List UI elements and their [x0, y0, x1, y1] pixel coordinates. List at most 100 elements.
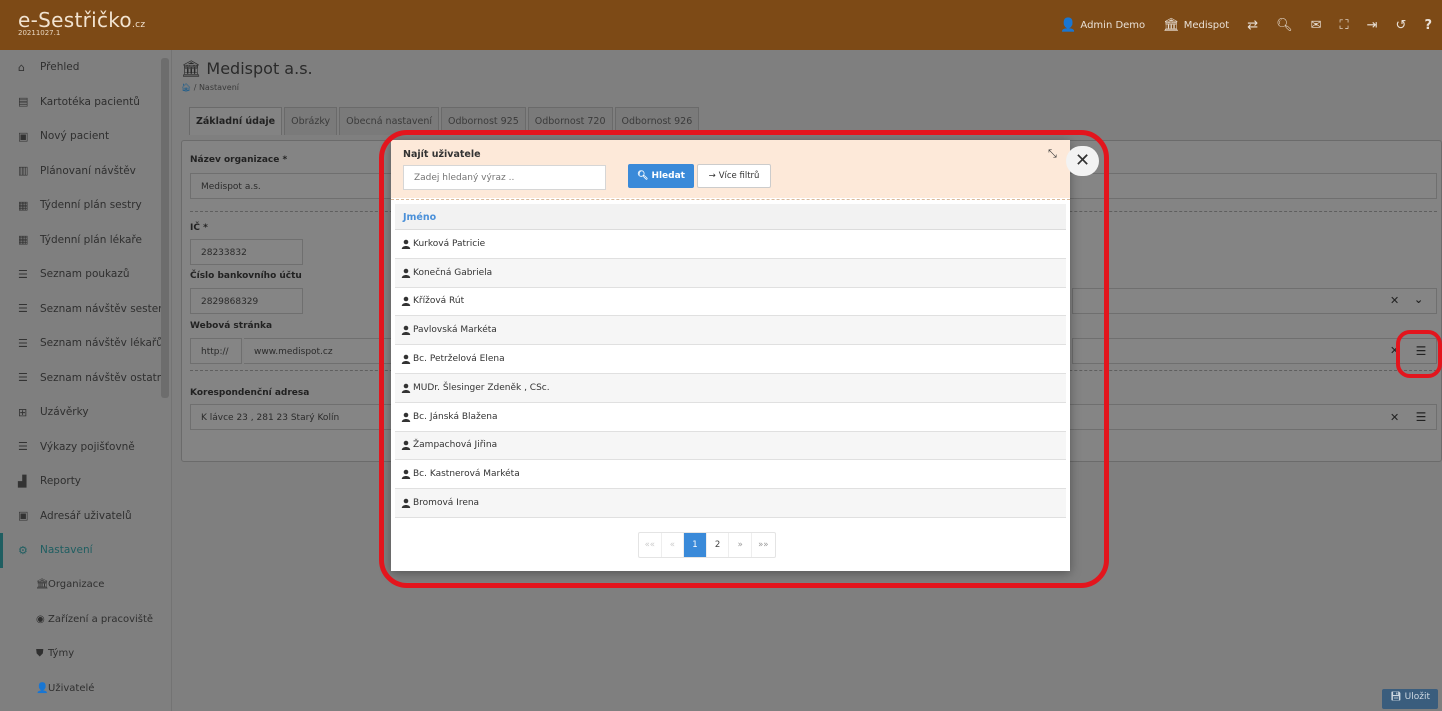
sidebar-item-label: Nový pacient: [40, 130, 110, 143]
sidebar-item[interactable]: ▣ Adresář uživatelů: [0, 499, 171, 534]
sidebar-item-label: Nastavení: [40, 544, 93, 557]
breadcrumb-current: Nastavení: [198, 83, 239, 92]
sidebar-item[interactable]: ⊞ Uzávěrky: [0, 395, 171, 430]
page-title: 🏛 Medispot a.s.: [181, 59, 313, 78]
breadcrumb: 🏠︎ / Nastavení: [181, 83, 239, 92]
sidebar-item[interactable]: ▤ Kartotéka pacientů: [0, 85, 171, 120]
sidebar-item-label: Seznam poukazů: [40, 268, 130, 281]
user-menu[interactable]: 👤 Admin Demo: [1060, 18, 1145, 33]
sidebar-item-label: Reporty: [40, 475, 82, 488]
user-icon: 👤: [36, 682, 49, 694]
sidebar-item[interactable]: ☰ Seznam návštěv lékařů: [0, 326, 171, 361]
mail-icon[interactable]: ✉: [1311, 18, 1322, 33]
sidebar: ⌂ Přehled ▤ Kartotéka pacientů ▣ Nový pacient…: [0, 50, 172, 711]
top-bar: e-Sestřičko.cz 20211027.1 👤 Admin Demo 🏛 M…: [0, 0, 1442, 50]
address-book-icon: ▣: [18, 509, 29, 523]
website-input[interactable]: www.medispot.cz: [244, 338, 394, 364]
new-patient-icon: ▣: [18, 129, 29, 143]
highlight-annotation: [1396, 330, 1442, 378]
clear-icon[interactable]: ✕: [1390, 411, 1399, 424]
highlight-annotation: [379, 130, 1109, 588]
sidebar-item-label: Seznam návštěv sester: [40, 302, 163, 315]
sidebar-scrollbar[interactable]: [161, 58, 169, 398]
sidebar-item[interactable]: ▦ Týdenní plán sestry: [0, 188, 171, 223]
chevron-down-icon[interactable]: ⌄: [1414, 293, 1423, 306]
switch-icon[interactable]: ⇄: [1247, 18, 1258, 33]
tab[interactable]: Obrázky: [284, 107, 338, 135]
tab[interactable]: Základní údaje: [189, 107, 283, 135]
list-icon: ☰: [18, 440, 28, 454]
calendar-icon: ▦: [18, 198, 29, 212]
calendar-icon: ▦: [18, 233, 29, 247]
sidebar-subitem[interactable]: ◉ Zařízení a pracoviště: [0, 602, 171, 637]
org-name: Medispot: [1183, 19, 1230, 31]
app-logo[interactable]: e-Sestřičko.cz 20211027.1: [18, 8, 145, 37]
website-label: Webová stránka: [190, 321, 273, 331]
bank-icon: 🏛: [181, 59, 202, 78]
user-name: Admin Demo: [1080, 19, 1146, 31]
home-icon[interactable]: 🏠︎: [181, 83, 191, 92]
logout-icon[interactable]: ⇥: [1367, 18, 1378, 33]
sidebar-item-label: Seznam návštěv ostatní: [40, 371, 167, 384]
sidebar-item[interactable]: ☰ Seznam poukazů: [0, 257, 171, 292]
help-icon[interactable]: ?: [1424, 18, 1432, 33]
select-field[interactable]: [1072, 288, 1437, 314]
device-icon: ◉: [36, 613, 45, 625]
home-icon: ⌂: [18, 60, 25, 74]
save-label: Uložit: [1404, 692, 1430, 702]
clear-icon[interactable]: ✕: [1390, 294, 1399, 307]
sidebar-item-label: Adresář uživatelů: [40, 509, 132, 522]
sidebar-item-label: Seznam návštěv lékařů: [40, 337, 163, 350]
ic-input[interactable]: 28233832: [190, 239, 303, 265]
sidebar-subitem-label: Zařízení a pracoviště: [48, 613, 154, 625]
sidebar-item[interactable]: ⌂ Přehled: [0, 50, 171, 85]
list-icon: ☰: [18, 302, 28, 316]
org-name-label: Název organizace *: [190, 155, 288, 165]
sidebar-subitem-label: Uživatelé: [48, 682, 95, 694]
sidebar-subitem[interactable]: 🏛 Organizace: [0, 568, 171, 603]
bank-account-input[interactable]: 2829868329: [190, 288, 303, 314]
sidebar-item[interactable]: ☰ Seznam návštěv ostatní: [0, 361, 171, 396]
top-nav: 👤 Admin Demo 🏛 Medispot ⇄ 🔍︎ ✉ ⛶ ⇥ ↺ ?: [1060, 0, 1432, 50]
user-icon: 👤: [1060, 17, 1077, 33]
ic-label: IČ *: [190, 223, 208, 233]
org-menu[interactable]: 🏛 Medispot: [1163, 18, 1229, 33]
sidebar-item-label: Přehled: [40, 61, 80, 74]
planning-icon: ▥: [18, 164, 29, 178]
logo-suffix: .cz: [131, 20, 146, 30]
sidebar-item[interactable]: ☰ Seznam návštěv sester: [0, 292, 171, 327]
sidebar-item-label: Týdenní plán lékaře: [40, 233, 142, 246]
page-title-text: Medispot a.s.: [206, 59, 313, 78]
sidebar-item[interactable]: ▦ Týdenní plán lékaře: [0, 223, 171, 258]
sidebar-item[interactable]: ⚙ Nastavení: [0, 533, 171, 568]
user-select-field[interactable]: [1072, 338, 1437, 364]
sidebar-item[interactable]: ▣ Nový pacient: [0, 119, 171, 154]
sidebar-subitem[interactable]: 👥Skupiny uživatelů: [0, 706, 171, 711]
list-icon: ☰: [18, 371, 28, 385]
bank-icon: 🏛: [36, 579, 49, 591]
sidebar-item-label: Výkazy pojišťovně: [40, 440, 135, 453]
chart-icon: ▟: [18, 474, 27, 488]
search-icon[interactable]: 🔍︎: [1276, 18, 1293, 33]
lock-table-icon: ⊞: [18, 405, 28, 419]
list-icon: ☰: [18, 336, 28, 350]
address-label: Korespondenční adresa: [190, 388, 310, 398]
sidebar-subitem[interactable]: ⛊ Týmy: [0, 637, 171, 672]
sidebar-subitem-label: Organizace: [48, 579, 105, 591]
sidebar-item-label: Plánovaní návštěv: [40, 164, 136, 177]
sidebar-item-label: Týdenní plán sestry: [40, 199, 142, 212]
sidebar-item[interactable]: ▥ Plánovaní návštěv: [0, 154, 171, 189]
sidebar-item-label: Kartotéka pacientů: [40, 95, 140, 108]
bank-icon: 🏛: [1163, 17, 1180, 33]
list-picker-icon[interactable]: ☰: [1409, 405, 1433, 429]
fullscreen-icon[interactable]: ⛶: [1340, 18, 1349, 33]
sidebar-item[interactable]: ▟ Reporty: [0, 464, 171, 499]
gears-icon: ⚙: [18, 543, 28, 557]
sidebar-subitem[interactable]: 👤 Uživatelé: [0, 671, 171, 706]
sidebar-item[interactable]: ☰ Výkazy pojišťovně: [0, 430, 171, 465]
history-icon[interactable]: ↺: [1396, 18, 1407, 33]
save-icon: 💾︎: [1390, 692, 1402, 702]
save-button[interactable]: 💾︎ Uložit: [1382, 689, 1438, 709]
sidebar-menu: ⌂ Přehled ▤ Kartotéka pacientů ▣ Nový pacient…: [0, 50, 171, 711]
bank-account-label: Číslo bankovního účtu: [190, 271, 302, 281]
